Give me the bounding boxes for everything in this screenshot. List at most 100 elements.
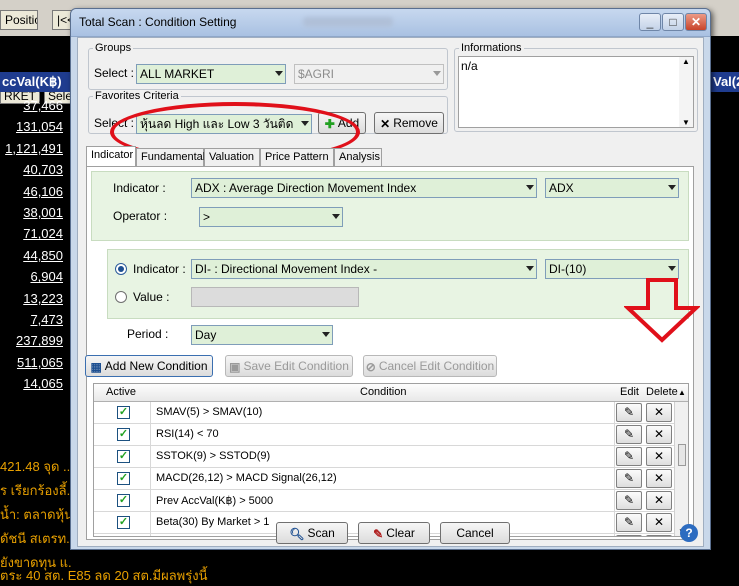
tab-indicator[interactable]: Indicator [86,146,136,167]
radio-indicator[interactable] [115,263,127,275]
search-icon: 🔍︎ [289,526,305,541]
background-news-line: ดัชนี สเตรท... [0,531,72,546]
scroll-thumb[interactable] [678,444,686,466]
background-column-header: ccVal(K฿) [0,72,72,92]
active-checkbox[interactable]: ✓ [117,472,130,485]
background-value-cell: 40,703 [23,162,63,178]
column-divider [150,402,151,424]
save-edit-condition-button[interactable]: ▣ Save Edit Condition [225,355,353,377]
title-bar[interactable]: Total Scan : Condition Setting _ □ ✕ [71,9,710,37]
background-news-line: 421.48 จุด ... [0,459,72,474]
informations-scrollbar[interactable]: ▲ ▼ [679,57,693,127]
radio-value[interactable] [115,291,127,303]
period-select[interactable]: Day [191,325,333,345]
groups-select-label: Select : [94,66,135,80]
background-value-cell: 14,065 [23,376,63,392]
groups-legend: Groups [95,42,132,54]
condition-text: MACD(26,12) > MACD Signal(26,12) [156,472,337,484]
cancel-button[interactable]: Cancel [440,522,510,544]
scan-button[interactable]: 🔍︎ Scan [276,522,348,544]
cancel-icon: ⊘ [365,359,376,374]
table-row[interactable]: ✓ RSI(14) < 70 ✎ ✕ [94,424,674,446]
background-value-cell: 7,473 [30,312,63,327]
active-checkbox[interactable]: ✓ [117,406,130,419]
scroll-up-icon[interactable]: ▲ [678,388,686,397]
indicator-select[interactable]: ADX : Average Direction Movement Index [191,178,537,198]
scroll-up-icon[interactable]: ▲ [682,57,690,66]
active-checkbox[interactable]: ✓ [117,428,130,441]
table-row[interactable]: ✓ Prev AccVal(K฿) > 5000 ✎ ✕ [94,490,674,512]
close-button[interactable]: ✕ [685,13,707,31]
table-row[interactable]: ✓ MACD(26,12) > MACD Signal(26,12) ✎ ✕ [94,468,674,490]
background-value-cell: 38,001 [23,205,63,220]
indicator-label: Indicator : [113,181,166,195]
tab-analysis[interactable]: Analysis [334,148,382,166]
informations-text: n/a [461,59,478,73]
help-icon[interactable]: ? [680,524,698,542]
edit-pencil-icon[interactable]: ✎ [616,469,642,488]
sector-select[interactable]: $AGRI [294,64,444,84]
chevron-down-icon [322,332,330,337]
edit-pencil-icon[interactable]: ✎ [616,403,642,422]
scroll-down-icon[interactable]: ▼ [682,118,690,127]
informations-textbox[interactable]: n/a ▲ ▼ [458,56,694,128]
edit-pencil-icon[interactable]: ✎ [616,535,642,536]
indicator-short-select[interactable]: ADX [545,178,679,198]
column-divider [150,446,151,468]
compare-indicator-select[interactable]: DI- : Directional Movement Index - [191,259,537,279]
delete-x-icon[interactable]: ✕ [646,425,672,444]
delete-x-icon[interactable]: ✕ [646,491,672,510]
annotation-arrow-icon [624,278,700,343]
background-value-cell: 511,065 [16,354,63,370]
header-delete: Delete [646,386,678,398]
add-new-condition-label: Add New Condition [104,359,208,373]
delete-x-icon[interactable]: ✕ [646,513,672,532]
delete-x-icon[interactable]: ✕ [646,403,672,422]
delete-x-icon[interactable]: ✕ [646,535,672,536]
column-divider [614,534,615,536]
period-select-value: Day [195,328,217,342]
delete-x-icon[interactable]: ✕ [646,447,672,466]
market-select[interactable]: ALL MARKET [136,64,286,84]
sector-select-value: $AGRI [298,67,335,81]
tab-price-pattern[interactable]: Price Pattern [260,148,334,166]
operator-select[interactable]: > [199,207,343,227]
tab-valuation[interactable]: Valuation [204,148,260,166]
grid-scrollbar[interactable]: ▼ [674,402,688,536]
background-value-cell: 37,466 [23,98,63,113]
cancel-edit-condition-label: Cancel Edit Condition [378,359,495,373]
column-divider [614,512,615,534]
clear-label: Clear [386,526,415,540]
save-icon: ▣ [229,359,241,374]
column-divider [614,424,615,446]
indicator-tab-panel: Indicator : ADX : Average Direction Move… [85,166,694,540]
active-checkbox[interactable]: ✓ [117,516,130,529]
edit-pencil-icon[interactable]: ✎ [616,425,642,444]
add-condition-icon: ▦ [90,359,102,374]
value-input[interactable] [191,287,359,307]
add-new-condition-button[interactable]: ▦ Add New Condition [85,355,213,377]
background-news-line: ร เรียกร้องลี้... [0,483,72,498]
condition-text: SMAV(5) > SMAV(10) [156,406,263,418]
remove-favorite-button[interactable]: ✕ Remove [374,112,444,134]
chevron-down-icon [275,71,283,76]
edit-pencil-icon[interactable]: ✎ [616,513,642,532]
delete-x-icon[interactable]: ✕ [646,469,672,488]
period-label: Period : [127,327,169,341]
table-row[interactable]: ✓ SSTOK(9) > SSTOD(9) ✎ ✕ [94,446,674,468]
background-tab[interactable]: Positions [0,10,38,30]
edit-pencil-icon[interactable]: ✎ [616,447,642,466]
table-row[interactable]: ✓ SMAV(5) > SMAV(10) ✎ ✕ [94,402,674,424]
chevron-down-icon [332,214,340,219]
indicator-short-value: ADX [549,181,574,195]
clear-button[interactable]: ✎ Clear [358,522,430,544]
grid-header: Active Condition Edit Delete ▲ [94,384,688,402]
active-checkbox[interactable]: ✓ [117,450,130,463]
minimize-button[interactable]: _ [639,13,661,31]
maximize-button[interactable]: □ [662,13,684,31]
active-checkbox[interactable]: ✓ [117,494,130,507]
tab-fundamental[interactable]: Fundamental [136,148,205,166]
compare-indicator-short-select[interactable]: DI-(10) [545,259,679,279]
cancel-edit-condition-button[interactable]: ⊘ Cancel Edit Condition [363,355,497,377]
edit-pencil-icon[interactable]: ✎ [616,491,642,510]
